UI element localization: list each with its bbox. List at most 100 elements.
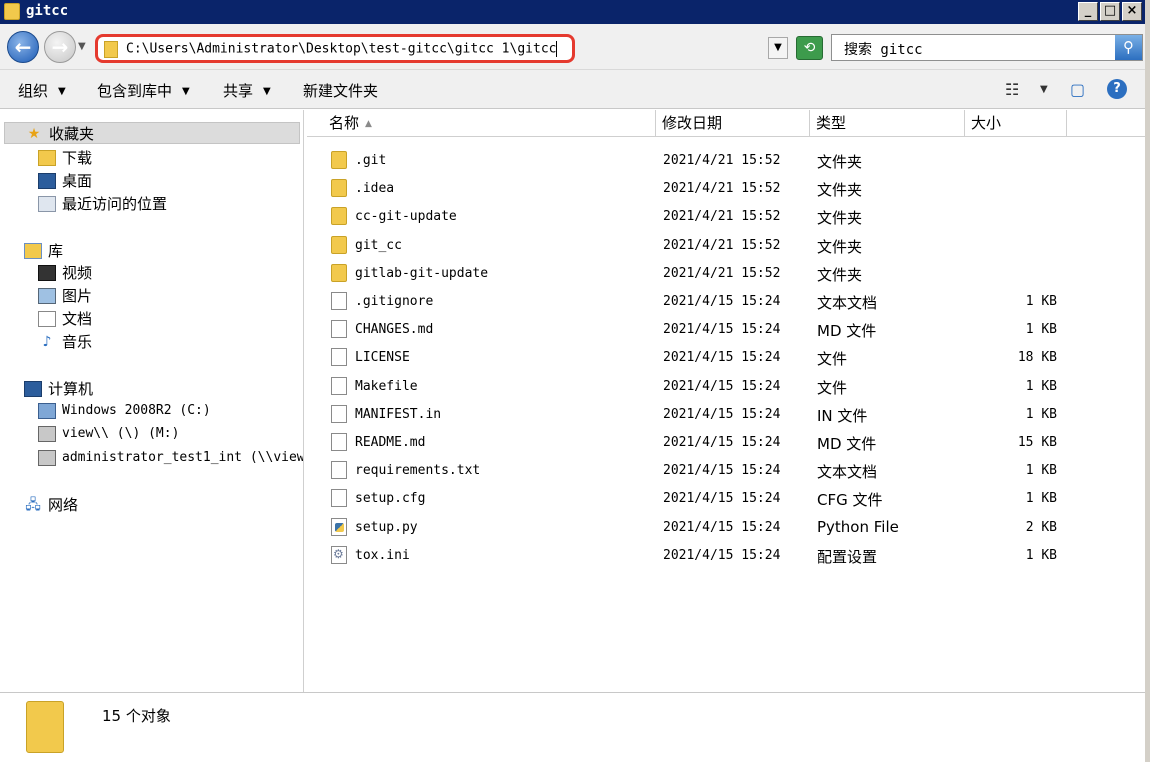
sidebar-item-libraries[interactable]: 库 bbox=[24, 240, 63, 262]
help-icon[interactable]: ? bbox=[1107, 79, 1127, 99]
file-date: 2021/4/21 15:52 bbox=[663, 209, 781, 225]
file-row[interactable]: LICENSE 2021/4/15 15:24 文件 18 KB bbox=[307, 344, 1146, 372]
maximize-button[interactable]: □ bbox=[1100, 2, 1120, 21]
drive-c-label: Windows 2008R2 (C:) bbox=[62, 403, 211, 418]
column-header-size[interactable]: 大小 bbox=[965, 110, 1067, 136]
file-name: setup.py bbox=[355, 519, 418, 535]
new-folder-button[interactable]: 新建文件夹 bbox=[303, 80, 378, 101]
network-label: 网络 bbox=[48, 496, 79, 514]
recent-label: 最近访问的位置 bbox=[62, 195, 168, 213]
file-row[interactable]: git_cc 2021/4/21 15:52 文件夹 bbox=[307, 232, 1146, 260]
file-date: 2021/4/21 15:52 bbox=[663, 265, 781, 281]
sidebar-item-music[interactable]: ♪ 音乐 bbox=[38, 331, 92, 353]
forward-button[interactable]: → bbox=[44, 31, 76, 63]
include-in-library-menu[interactable]: 包含到库中 ▼ bbox=[97, 80, 190, 101]
file-date: 2021/4/15 15:24 bbox=[663, 406, 781, 422]
file-name: requirements.txt bbox=[355, 463, 481, 479]
search-icon[interactable]: ⚲ bbox=[1115, 35, 1142, 60]
sidebar-item-documents[interactable]: 文档 bbox=[38, 308, 92, 330]
column-header-name[interactable]: 名称 ▲ bbox=[323, 110, 656, 136]
file-row[interactable]: CHANGES.md 2021/4/15 15:24 MD 文件 1 KB bbox=[307, 316, 1146, 344]
file-icon bbox=[331, 489, 347, 508]
sidebar-item-downloads[interactable]: 下载 bbox=[38, 147, 92, 169]
drive-m-label: view\\ (\) (M:) bbox=[62, 426, 180, 441]
column-header-type[interactable]: 类型 bbox=[810, 110, 965, 136]
back-button[interactable]: ← bbox=[7, 31, 39, 63]
network-icon: 🖧 bbox=[25, 496, 41, 513]
file-size: 1 KB bbox=[1025, 378, 1057, 394]
file-name: gitlab-git-update bbox=[355, 265, 489, 281]
sidebar-item-recent[interactable]: 最近访问的位置 bbox=[38, 193, 167, 215]
sidebar-item-network[interactable]: 🖧 网络 bbox=[24, 494, 78, 516]
file-row[interactable]: tox.ini 2021/4/15 15:24 配置设置 1 KB bbox=[307, 542, 1146, 570]
sidebar-item-drive-c[interactable]: Windows 2008R2 (C:) bbox=[38, 401, 211, 423]
file-date: 2021/4/21 15:52 bbox=[663, 153, 781, 168]
file-row[interactable]: MANIFEST.in 2021/4/15 15:24 IN 文件 1 KB bbox=[307, 401, 1146, 429]
minimize-button[interactable]: _ bbox=[1078, 2, 1098, 21]
sidebar-item-pictures[interactable]: 图片 bbox=[38, 285, 92, 307]
organize-menu[interactable]: 组织 ▼ bbox=[18, 80, 66, 101]
file-type: 文本文档 bbox=[817, 294, 878, 312]
search-input[interactable]: 搜索 gitcc ⚲ bbox=[831, 34, 1143, 61]
view-options-icon[interactable]: ☷ bbox=[1005, 80, 1019, 99]
file-date: 2021/4/21 15:52 bbox=[663, 181, 781, 197]
downloads-folder-icon bbox=[38, 149, 56, 166]
chevron-down-icon: ▼ bbox=[263, 86, 271, 97]
refresh-button[interactable]: ⟲ bbox=[796, 36, 823, 60]
folder-icon bbox=[4, 3, 20, 20]
file-row[interactable]: .idea 2021/4/21 15:52 文件夹 bbox=[307, 175, 1146, 203]
column-header-date[interactable]: 修改日期 bbox=[656, 110, 810, 136]
column-header-row: 名称 ▲ 修改日期 类型 大小 bbox=[307, 110, 1146, 137]
file-type: Python File bbox=[817, 517, 899, 536]
file-row[interactable]: .gitignore 2021/4/15 15:24 文本文档 1 KB bbox=[307, 288, 1146, 316]
sidebar-item-videos[interactable]: 视频 bbox=[38, 262, 92, 284]
file-name: tox.ini bbox=[355, 547, 410, 563]
music-label: 音乐 bbox=[62, 333, 93, 351]
file-row[interactable]: requirements.txt 2021/4/15 15:24 文本文档 1 KB bbox=[307, 457, 1146, 485]
desktop-icon bbox=[38, 172, 56, 189]
file-name: git_cc bbox=[355, 237, 402, 253]
file-size: 18 KB bbox=[1017, 350, 1057, 366]
sidebar-item-computer[interactable]: 计算机 bbox=[24, 378, 93, 400]
documents-icon bbox=[38, 310, 56, 327]
network-drive-icon bbox=[38, 449, 56, 466]
recent-pages-dropdown[interactable]: ▼ bbox=[78, 41, 86, 52]
file-row[interactable]: cc-git-update 2021/4/21 15:52 文件夹 bbox=[307, 203, 1146, 231]
sidebar-item-desktop[interactable]: 桌面 bbox=[38, 170, 92, 192]
file-icon bbox=[331, 433, 347, 451]
file-name: Makefile bbox=[355, 378, 418, 394]
downloads-label: 下载 bbox=[62, 149, 93, 167]
file-row[interactable]: Makefile 2021/4/15 15:24 文件 1 KB bbox=[307, 373, 1146, 401]
file-date: 2021/4/15 15:24 bbox=[663, 378, 781, 394]
computer-label: 计算机 bbox=[48, 380, 94, 398]
file-type: CFG 文件 bbox=[817, 491, 883, 510]
view-dropdown-icon[interactable]: ▼ bbox=[1040, 84, 1048, 95]
sidebar-item-drive-m[interactable]: view\\ (\) (M:) bbox=[38, 424, 179, 446]
libraries-label: 库 bbox=[48, 242, 64, 260]
address-input[interactable]: C:\Users\Administrator\Desktop\test-gitc… bbox=[95, 34, 575, 63]
favorites-label: 收藏夹 bbox=[49, 125, 95, 143]
file-row[interactable]: setup.cfg 2021/4/15 15:24 CFG 文件 1 KB bbox=[307, 485, 1146, 513]
close-button[interactable]: × bbox=[1122, 2, 1142, 21]
preview-pane-icon[interactable]: ▢ bbox=[1070, 80, 1085, 99]
file-type: 文件夹 bbox=[817, 181, 863, 200]
file-row[interactable]: gitlab-git-update 2021/4/21 15:52 文件夹 bbox=[307, 260, 1146, 288]
file-size: 1 KB bbox=[1025, 406, 1057, 422]
file-type: 文件 bbox=[817, 378, 848, 397]
file-row[interactable]: .git 2021/4/21 15:52 文件夹 bbox=[307, 147, 1146, 175]
file-size: 1 KB bbox=[1025, 463, 1057, 479]
name-header-label: 名称 bbox=[329, 114, 360, 132]
file-list-pane: 名称 ▲ 修改日期 类型 大小 .git 2021/4/21 15:52 文件夹 .id… bbox=[307, 110, 1146, 692]
file-row[interactable]: setup.py 2021/4/15 15:24 Python File 2 KB bbox=[307, 514, 1146, 542]
file-type: 文件夹 bbox=[817, 209, 863, 228]
file-size: 1 KB bbox=[1025, 547, 1057, 563]
file-date: 2021/4/15 15:24 bbox=[663, 463, 781, 479]
address-dropdown-button[interactable]: ▼ bbox=[768, 37, 788, 59]
sidebar-item-favorites[interactable]: ★ 收藏夹 bbox=[4, 122, 300, 144]
share-menu[interactable]: 共享 ▼ bbox=[223, 80, 271, 101]
sidebar-item-network-drive[interactable]: administrator_test1_int (\\view bbox=[38, 448, 303, 470]
file-name: MANIFEST.in bbox=[355, 406, 442, 422]
folder-icon bbox=[331, 263, 347, 282]
file-row[interactable]: README.md 2021/4/15 15:24 MD 文件 15 KB bbox=[307, 429, 1146, 457]
folder-icon bbox=[331, 207, 347, 226]
